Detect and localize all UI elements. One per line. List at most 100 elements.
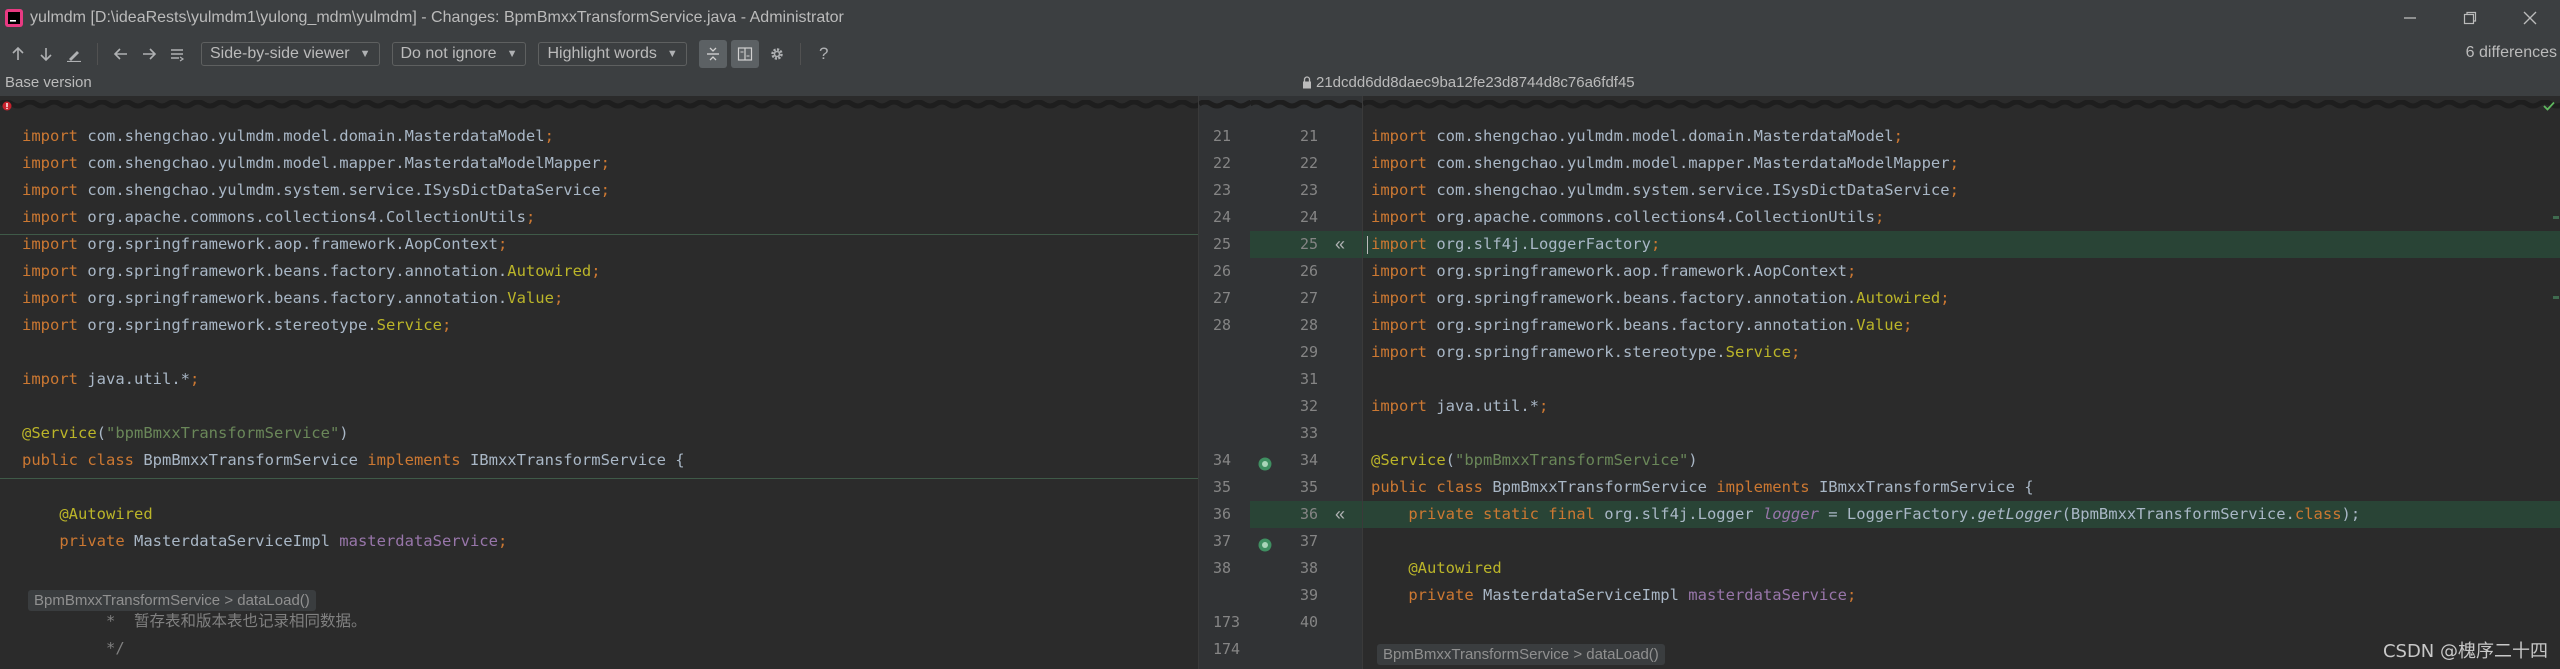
restore-icon[interactable] [2440, 0, 2500, 36]
list-changes-icon[interactable] [163, 40, 191, 68]
highlight-mode-dropdown[interactable]: Highlight words ▼ [538, 42, 687, 66]
collapse-unchanged-icon[interactable] [698, 40, 727, 68]
code-token: ; [600, 181, 610, 199]
code-token: import [1371, 289, 1437, 307]
code-line: import org.apache.commons.collections4.C… [22, 204, 535, 231]
code-token: import [1371, 397, 1437, 415]
revision-hash: 21dcdd6dd8daec9ba12fe23d8744d8c76a6fdf45 [1316, 74, 1635, 91]
code-comment-line: * 暂存表和版本表也记录相同数据。 [22, 612, 367, 630]
code-token: Autowired [1856, 289, 1941, 307]
code-token: import [22, 262, 88, 280]
help-label: ? [819, 44, 829, 63]
code-token: @Service [22, 424, 97, 442]
title-bar: yulmdm [D:\ideaRests\yulmdm1\yulong_mdm\… [0, 0, 2560, 36]
revert-change-icon[interactable]: « [1335, 504, 1345, 525]
code-token: class [2294, 505, 2342, 523]
code-line: import org.springframework.beans.factory… [1371, 285, 1950, 312]
code-token: ; [1790, 343, 1801, 361]
diff-toolbar: Side-by-side viewer ▼ Do not ignore ▼ Hi… [0, 36, 2560, 72]
code-token: = LoggerFactory. [1818, 505, 1978, 523]
code-token: ) [339, 424, 349, 442]
line-number: 34 [1213, 451, 1232, 469]
code-token: masterdataService [1688, 586, 1847, 604]
code-token: private static final [1371, 505, 1605, 523]
code-token: ; [600, 154, 610, 172]
left-editor-panel[interactable]: import com.shengchao.yulmdm.model.domain… [0, 96, 1198, 669]
gear-icon[interactable] [763, 40, 791, 68]
vertical-scrollbar[interactable] [2553, 96, 2559, 669]
code-token: @Autowired [1371, 559, 1502, 577]
code-token: import [1371, 208, 1437, 226]
line-number: 36 [1300, 505, 1319, 523]
breadcrumb[interactable]: BpmBmxxTransformService > dataLoad() [1377, 644, 1665, 665]
whitespace-mode-dropdown[interactable]: Do not ignore ▼ [391, 42, 527, 66]
line-number: 28 [1300, 316, 1319, 334]
text-caret [1367, 236, 1368, 254]
line-number: 31 [1300, 370, 1319, 388]
line-number: 25 [1300, 235, 1319, 253]
code-token: ; [1538, 397, 1549, 415]
line-number: 26 [1300, 262, 1319, 280]
code-token: import [1371, 154, 1437, 172]
right-editor-panel[interactable]: import com.shengchao.yulmdm.model.domain… [1362, 96, 2560, 669]
code-token: org.springframework.stereotype. [87, 316, 377, 334]
code-token: ; [497, 532, 508, 550]
code-token: Value [1856, 316, 1903, 334]
code-token: com.shengchao.yulmdm.model.mapper.Master… [1436, 154, 1950, 172]
code-token: import [22, 208, 88, 226]
code-token: "bpmBmxxTransformService" [106, 424, 340, 442]
code-token: logger [1762, 505, 1819, 523]
sync-scroll-icon[interactable] [730, 40, 759, 68]
bean-icon[interactable] [1257, 456, 1273, 477]
line-number: 37 [1300, 532, 1319, 550]
edit-source-icon[interactable] [60, 40, 88, 68]
line-number: 32 [1300, 397, 1319, 415]
code-token: import [22, 154, 88, 172]
revert-change-icon[interactable]: « [1335, 234, 1345, 255]
code-token: org.springframework.beans.factory.annota… [1436, 316, 1857, 334]
line-number: 26 [1213, 262, 1232, 280]
code-token: @Autowired [22, 505, 153, 523]
close-icon[interactable] [2500, 0, 2560, 36]
viewer-mode-dropdown[interactable]: Side-by-side viewer ▼ [201, 42, 380, 66]
forward-arrow-icon[interactable] [135, 40, 163, 68]
code-token: org.slf4j.LoggerFactory [1436, 235, 1651, 253]
line-number: 38 [1300, 559, 1319, 577]
code-token: org.apache.commons.collections4.Collecti… [87, 208, 526, 226]
line-number: 174 [1213, 640, 1241, 658]
code-token: IBmxxTransformService { [469, 451, 685, 469]
code-token: import [22, 289, 88, 307]
code-token: ; [1874, 208, 1885, 226]
next-difference-icon[interactable] [32, 40, 60, 68]
code-line: @Service("bpmBmxxTransformService") [1371, 447, 1698, 474]
code-token: ; [441, 316, 452, 334]
code-token: ; [1940, 289, 1950, 307]
code-token: @Service [1371, 451, 1446, 469]
bean-icon[interactable] [1257, 537, 1273, 558]
code-comment-line: */ [22, 639, 125, 657]
error-icon [2, 98, 12, 116]
line-number: 35 [1300, 478, 1319, 496]
code-token: Value [507, 289, 554, 307]
help-icon[interactable]: ? [810, 40, 838, 68]
code-token: ; [189, 370, 200, 388]
intellij-app-icon [5, 9, 23, 27]
code-line: import org.apache.commons.collections4.C… [1371, 204, 1884, 231]
chevron-down-icon: ▼ [506, 48, 518, 60]
code-token: org.springframework.beans.factory.annota… [1436, 289, 1857, 307]
highlight-mode-label: Highlight words [547, 45, 657, 62]
code-line: private MasterdataServiceImpl masterdata… [22, 528, 507, 555]
previous-difference-icon[interactable] [4, 40, 32, 68]
code-token: Service [376, 316, 442, 334]
code-token: import [22, 235, 88, 253]
line-number: 34 [1300, 451, 1319, 469]
back-arrow-icon[interactable] [107, 40, 135, 68]
code-token: ); [2341, 505, 2361, 523]
code-token: ( [1445, 451, 1455, 469]
code-token: implements [1716, 478, 1819, 496]
minimize-icon[interactable] [2380, 0, 2440, 36]
code-token: import [22, 316, 88, 334]
code-line: private MasterdataServiceImpl masterdata… [1371, 582, 1856, 609]
chevron-down-icon: ▼ [666, 48, 678, 60]
line-number: 22 [1300, 154, 1319, 172]
